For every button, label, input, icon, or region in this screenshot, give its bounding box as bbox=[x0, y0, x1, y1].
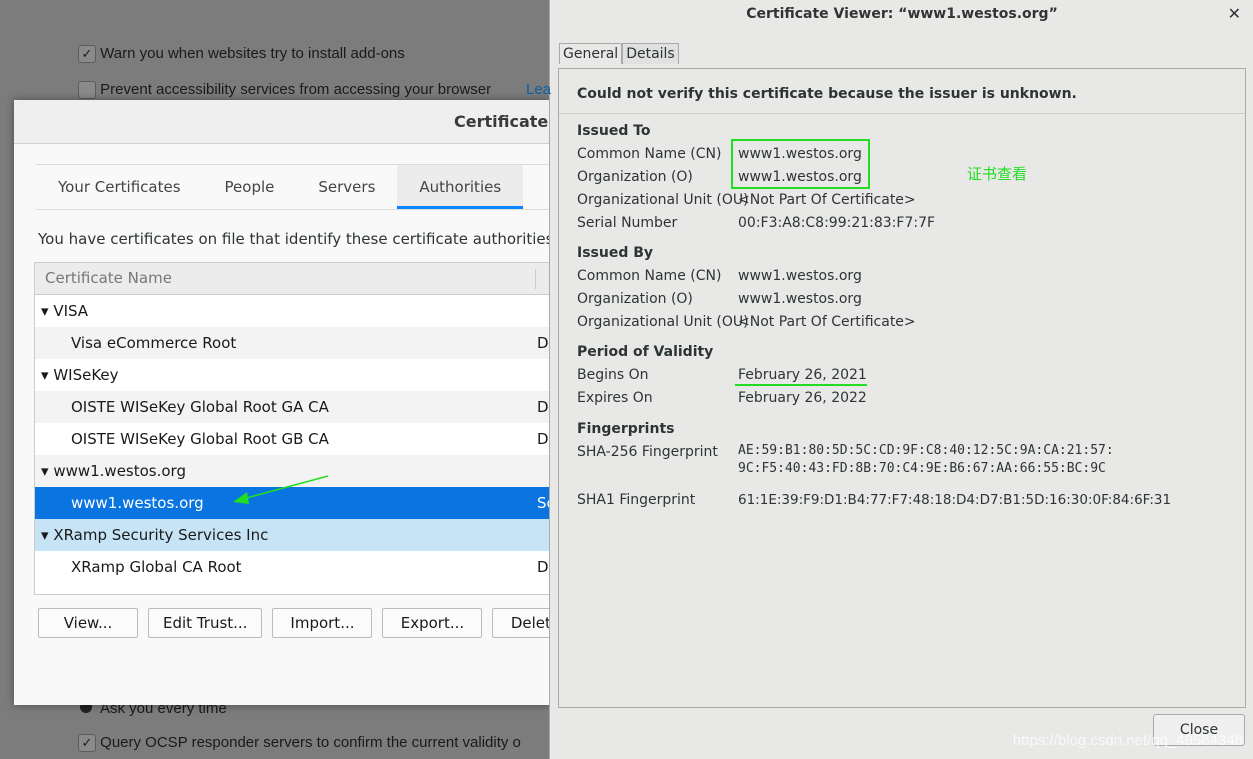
tab-people[interactable]: People bbox=[203, 165, 297, 209]
watermark: https://blog.csdn.net/qq_49564346 bbox=[1012, 732, 1243, 749]
prevent-access-option[interactable]: Prevent accessibility services from acce… bbox=[78, 81, 492, 100]
table-row[interactable]: OISTE WISeKey Global Root GB CADe bbox=[35, 423, 549, 455]
divider bbox=[559, 113, 1245, 114]
tab-authorities[interactable]: Authorities bbox=[397, 165, 524, 209]
label: SHA-256 Fingerprint bbox=[577, 444, 718, 460]
issued-to-heading: Issued To bbox=[577, 123, 651, 139]
expand-triangle-icon[interactable]: ▾ bbox=[41, 302, 53, 320]
annotation-text: 证书查看 bbox=[967, 165, 1028, 183]
dialog-header: Certificate M bbox=[14, 100, 570, 144]
general-panel: Could not verify this certificate becaus… bbox=[558, 68, 1246, 708]
label: Expires On bbox=[577, 390, 653, 406]
begins-on: February 26, 2021 bbox=[735, 367, 867, 386]
tab-servers[interactable]: Servers bbox=[296, 165, 397, 209]
tree-group-row[interactable]: ▾ XRamp Security Services Inc bbox=[35, 519, 549, 551]
fingerprints-heading: Fingerprints bbox=[577, 421, 675, 437]
row-name: www1.westos.org bbox=[53, 462, 186, 480]
label: Organizational Unit (OU) bbox=[577, 192, 749, 208]
certificate-viewer-dialog: Certificate Viewer: “www1.westos.org” ✕ … bbox=[549, 0, 1253, 759]
issued-by-ou: <Not Part Of Certificate> bbox=[738, 314, 916, 330]
checkbox-checked[interactable]: ✓ bbox=[78, 734, 96, 753]
sha256-line-1: AE:59:B1:80:5D:5C:CD:9F:C8:40:12:5C:9A:C… bbox=[738, 443, 1114, 458]
tree-group-row[interactable]: ▾ VISA bbox=[35, 295, 549, 327]
label: Organization (O) bbox=[577, 169, 693, 185]
row-name: VISA bbox=[53, 302, 89, 320]
tab-general[interactable]: General bbox=[559, 43, 623, 64]
description: You have certificates on file that ident… bbox=[38, 230, 554, 248]
row-name: Visa eCommerce Root bbox=[71, 334, 237, 352]
label: Common Name (CN) bbox=[577, 146, 722, 162]
issued-by-heading: Issued By bbox=[577, 245, 654, 261]
issued-by-cn: www1.westos.org bbox=[738, 268, 862, 284]
label: Common Name (CN) bbox=[577, 268, 722, 284]
serial-number: 00:F3:A8:C8:99:21:83:F7:7F bbox=[738, 215, 936, 231]
option-label: Query OCSP responder servers to confirm … bbox=[100, 734, 521, 751]
learn-more-link[interactable]: Lea bbox=[526, 81, 551, 98]
option-label: Warn you when websites try to install ad… bbox=[100, 45, 405, 62]
option-label: Prevent accessibility services from acce… bbox=[100, 81, 492, 98]
issued-to-ou: <Not Part Of Certificate> bbox=[738, 192, 916, 208]
certificate-tree[interactable]: Certificate Name ▾ VISA Visa eCommerce Ro… bbox=[34, 262, 550, 595]
checkbox-unchecked[interactable] bbox=[78, 81, 96, 100]
issued-by-o: www1.westos.org bbox=[738, 291, 862, 307]
certificate-manager-dialog: Certificate M Your Certificates People S… bbox=[14, 100, 593, 705]
row-name: OISTE WISeKey Global Root GA CA bbox=[71, 398, 329, 416]
expand-triangle-icon[interactable]: ▾ bbox=[41, 526, 53, 544]
expand-triangle-icon[interactable]: ▾ bbox=[41, 462, 53, 480]
query-ocsp-option[interactable]: ✓ Query OCSP responder servers to confir… bbox=[78, 734, 521, 753]
label: Organizational Unit (OU) bbox=[577, 314, 749, 330]
annotation-arrow bbox=[233, 475, 329, 504]
row-name: OISTE WISeKey Global Root GB CA bbox=[71, 430, 329, 448]
table-row[interactable]: OISTE WISeKey Global Root GA CADe bbox=[35, 391, 549, 423]
verification-message: Could not verify this certificate becaus… bbox=[577, 86, 1077, 102]
label: Serial Number bbox=[577, 215, 678, 231]
label: SHA1 Fingerprint bbox=[577, 492, 696, 508]
checkbox-checked[interactable]: ✓ bbox=[78, 45, 96, 64]
sha1-fingerprint: 61:1E:39:F9:D1:B4:77:F7:48:18:D4:D7:B1:5… bbox=[738, 492, 1172, 508]
column-header-certificate-name[interactable]: Certificate Name bbox=[35, 263, 549, 295]
row-name: XRamp Global CA Root bbox=[71, 558, 242, 576]
table-row[interactable]: Visa eCommerce RootDe bbox=[35, 327, 549, 359]
import-button[interactable]: Import... bbox=[272, 608, 373, 638]
row-name: www1.westos.org bbox=[71, 494, 204, 512]
close-icon[interactable]: ✕ bbox=[1228, 4, 1241, 23]
annotation-box bbox=[731, 139, 870, 189]
row-name: WISeKey bbox=[53, 366, 119, 384]
dialog-title: Certificate Viewer: “www1.westos.org” bbox=[746, 6, 1058, 22]
table-row[interactable]: XRamp Global CA RootDe bbox=[35, 551, 549, 583]
tab-bar: Your Certificates People Servers Authori… bbox=[36, 164, 550, 210]
export-button[interactable]: Export... bbox=[382, 608, 483, 638]
expand-triangle-icon[interactable]: ▾ bbox=[41, 366, 53, 384]
tab-your-certificates[interactable]: Your Certificates bbox=[36, 165, 203, 209]
tree-group-row[interactable]: ▾ WISeKey bbox=[35, 359, 549, 391]
expires-on: February 26, 2022 bbox=[738, 390, 867, 406]
label: Begins On bbox=[577, 367, 649, 383]
row-name: XRamp Security Services Inc bbox=[53, 526, 269, 544]
view-button[interactable]: View... bbox=[38, 608, 138, 638]
tab-details[interactable]: Details bbox=[622, 43, 679, 64]
validity-heading: Period of Validity bbox=[577, 344, 714, 360]
edit-trust-button[interactable]: Edit Trust... bbox=[148, 608, 263, 638]
label: Organization (O) bbox=[577, 291, 693, 307]
sha256-line-2: 9C:F5:40:43:FD:8B:70:C4:9E:B6:67:AA:66:5… bbox=[738, 461, 1106, 476]
column-divider[interactable] bbox=[535, 269, 536, 289]
warn-addons-option[interactable]: ✓ Warn you when websites try to install … bbox=[78, 45, 405, 64]
column-label: Certificate Name bbox=[45, 269, 172, 287]
